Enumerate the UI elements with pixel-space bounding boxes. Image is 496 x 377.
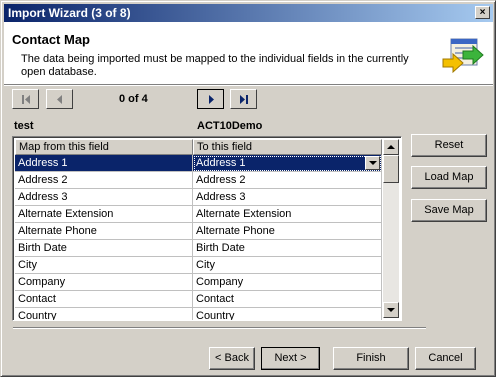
title-bar: Import Wizard (3 of 8) × bbox=[4, 4, 493, 22]
table-row[interactable]: Address 1 Address 1 bbox=[15, 155, 382, 172]
vertical-scrollbar[interactable] bbox=[383, 139, 399, 318]
column-header-to[interactable]: To this field bbox=[193, 139, 382, 155]
previous-record-button[interactable] bbox=[46, 89, 73, 109]
footer-divider bbox=[13, 327, 426, 329]
to-field-cell[interactable]: Alternate Phone bbox=[193, 223, 382, 240]
page-description: The data being imported must be mapped t… bbox=[21, 53, 409, 78]
to-field-dropdown[interactable]: Address 1 bbox=[193, 155, 382, 172]
back-button[interactable]: < Back bbox=[209, 347, 255, 370]
table-row[interactable]: Country Country bbox=[15, 308, 382, 320]
to-field-cell[interactable]: Country bbox=[193, 308, 382, 320]
from-field-cell: Birth Date bbox=[15, 240, 193, 257]
dropdown-arrow-icon[interactable] bbox=[365, 156, 380, 170]
to-field-cell[interactable]: Company bbox=[193, 274, 382, 291]
record-counter: 0 of 4 bbox=[119, 93, 148, 105]
to-field-cell[interactable]: Contact bbox=[193, 291, 382, 308]
window-title: Import Wizard (3 of 8) bbox=[8, 6, 131, 20]
from-field-cell: Alternate Phone bbox=[15, 223, 193, 240]
from-field-cell: Alternate Extension bbox=[15, 206, 193, 223]
wizard-header: Contact Map The data being imported must… bbox=[4, 22, 493, 85]
from-field-cell: City bbox=[15, 257, 193, 274]
table-row[interactable]: City City bbox=[15, 257, 382, 274]
from-field-cell: Company bbox=[15, 274, 193, 291]
to-field-cell[interactable]: Alternate Extension bbox=[193, 206, 382, 223]
import-arrows-icon bbox=[442, 38, 484, 74]
save-map-button[interactable]: Save Map bbox=[411, 199, 487, 222]
load-map-button[interactable]: Load Map bbox=[411, 166, 487, 189]
table-row[interactable]: Alternate Extension Alternate Extension bbox=[15, 206, 382, 223]
header-divider bbox=[4, 85, 493, 86]
table-row[interactable]: Alternate Phone Alternate Phone bbox=[15, 223, 382, 240]
field-mapping-grid[interactable]: Map from this field To this field Addres… bbox=[12, 136, 402, 321]
to-field-cell[interactable]: Address 3 bbox=[193, 189, 382, 206]
page-title: Contact Map bbox=[12, 32, 90, 47]
from-field-cell: Address 2 bbox=[15, 172, 193, 189]
column-header-from[interactable]: Map from this field bbox=[15, 139, 193, 155]
to-field-value: Address 1 bbox=[196, 157, 246, 169]
from-field-cell: Contact bbox=[15, 291, 193, 308]
last-record-button[interactable] bbox=[230, 89, 257, 109]
target-database-label: ACT10Demo bbox=[197, 120, 263, 132]
next-record-button[interactable] bbox=[197, 89, 224, 109]
table-row[interactable]: Address 3 Address 3 bbox=[15, 189, 382, 206]
finish-button[interactable]: Finish bbox=[333, 347, 409, 370]
table-row[interactable]: Birth Date Birth Date bbox=[15, 240, 382, 257]
table-row[interactable]: Contact Contact bbox=[15, 291, 382, 308]
from-field-cell: Address 1 bbox=[15, 155, 193, 172]
reset-button[interactable]: Reset bbox=[411, 134, 487, 157]
cancel-button[interactable]: Cancel bbox=[415, 347, 476, 370]
import-wizard-window: Import Wizard (3 of 8) × Contact Map The… bbox=[0, 0, 496, 377]
from-field-cell: Country bbox=[15, 308, 193, 320]
scroll-up-button[interactable] bbox=[383, 139, 399, 155]
table-row[interactable]: Company Company bbox=[15, 274, 382, 291]
next-button[interactable]: Next > bbox=[261, 347, 320, 370]
last-icon bbox=[239, 94, 248, 104]
source-database-label: test bbox=[14, 120, 34, 132]
to-field-cell[interactable]: City bbox=[193, 257, 382, 274]
close-button[interactable]: × bbox=[475, 6, 490, 19]
from-field-cell: Address 3 bbox=[15, 189, 193, 206]
scroll-thumb[interactable] bbox=[383, 155, 399, 183]
next-icon bbox=[208, 94, 214, 104]
first-icon bbox=[21, 94, 30, 104]
to-field-cell[interactable]: Birth Date bbox=[193, 240, 382, 257]
previous-icon bbox=[56, 94, 62, 104]
first-record-button[interactable] bbox=[12, 89, 39, 109]
table-row[interactable]: Address 2 Address 2 bbox=[15, 172, 382, 189]
to-field-cell[interactable]: Address 2 bbox=[193, 172, 382, 189]
scroll-down-button[interactable] bbox=[383, 302, 399, 318]
